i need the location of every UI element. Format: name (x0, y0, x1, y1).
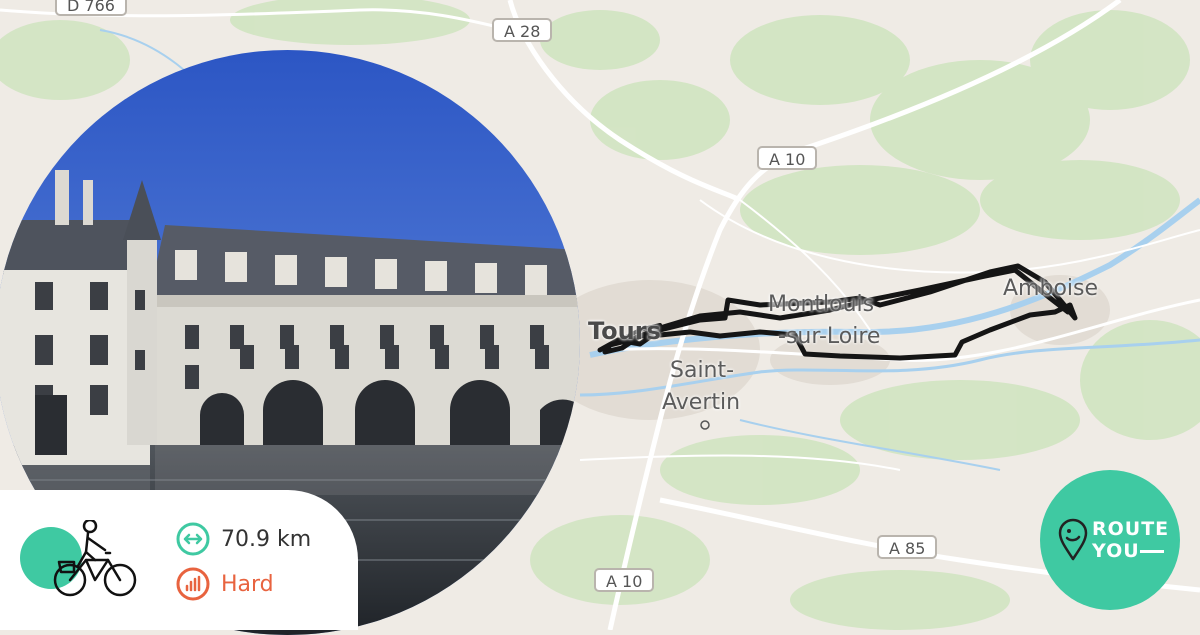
place-label-amboise: Amboise (1003, 276, 1099, 301)
routeyou-logo[interactable]: ROUTE YOU (1040, 470, 1180, 610)
route-info-card: 70.9 km Hard (0, 490, 358, 630)
logo-text-route: ROUTE (1092, 518, 1170, 540)
road-label-a10-north: A 10 (757, 146, 818, 170)
difficulty-icon (176, 567, 210, 601)
bicycle-rider-icon (53, 520, 137, 597)
place-label-tours: Tours (588, 317, 661, 345)
distance-icon (176, 522, 210, 556)
road-label-d766: D 766 (55, 0, 127, 16)
logo-underline (1140, 550, 1164, 553)
map-pin-icon (1058, 518, 1088, 561)
road-label-a28: A 28 (492, 18, 553, 42)
road-label-a10-south: A 10 (594, 568, 655, 592)
distance-value: 70.9 km (221, 526, 312, 552)
place-label-avertin: Avertin (662, 390, 741, 415)
place-label-saint: Saint- (670, 358, 735, 383)
place-label-sur-loire: -sur-Loire (778, 324, 881, 349)
road-label-a85: A 85 (877, 535, 938, 559)
logo-text-you: YOU (1092, 540, 1140, 562)
difficulty-row: Hard (175, 566, 274, 602)
difficulty-value: Hard (221, 571, 274, 597)
distance-row: 70.9 km (175, 521, 311, 557)
place-label-montlouis: Montlouis (768, 292, 875, 317)
